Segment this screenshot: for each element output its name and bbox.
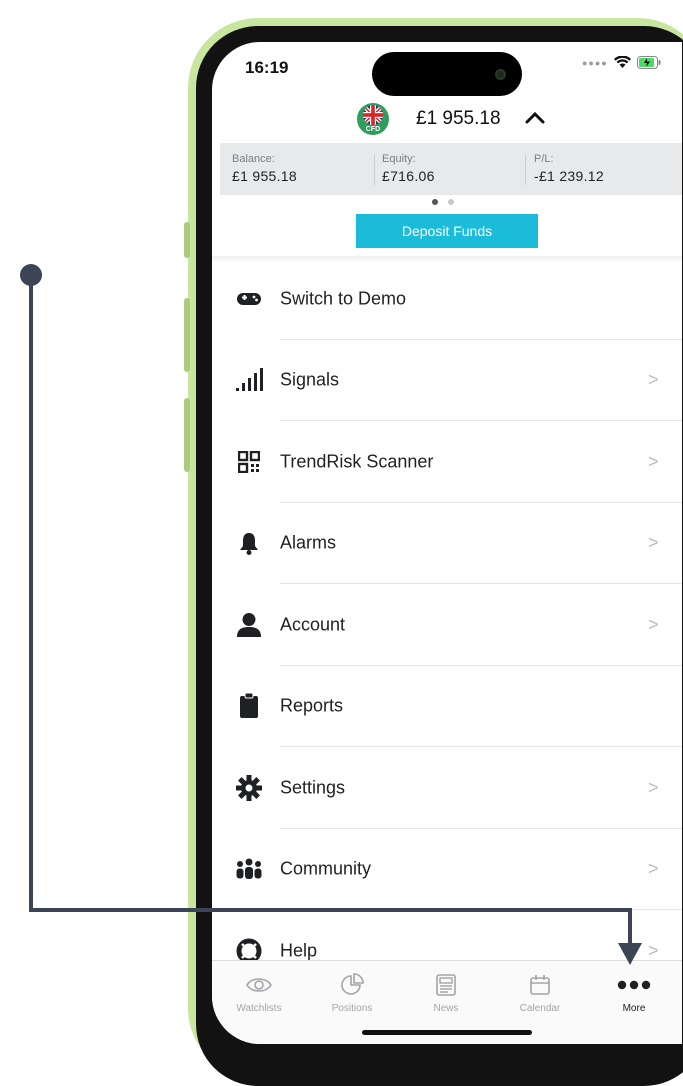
pl-summary: P/L: -£1 239.12: [534, 153, 604, 184]
qr-code-icon: [234, 449, 264, 475]
chevron-right-icon: >: [648, 858, 659, 879]
menu-item-community[interactable]: Community >: [212, 829, 682, 910]
flag-label: CFD: [366, 126, 380, 133]
chevron-right-icon: >: [648, 532, 659, 553]
tab-watchlists[interactable]: Watchlists: [219, 973, 299, 1014]
user-icon: [234, 612, 264, 638]
tab-label: News: [433, 1003, 459, 1014]
account-summary: Balance: £1 955.18 Equity: £716.06 P/L: …: [220, 143, 682, 195]
chevron-right-icon: >: [648, 940, 659, 961]
tab-label: Positions: [331, 1003, 373, 1014]
menu-item-label: Community: [280, 858, 372, 879]
status-icons: ●●●●: [582, 56, 661, 69]
balance-label: Balance:: [232, 153, 275, 165]
tab-news[interactable]: News: [406, 973, 486, 1014]
equity-label: Equity:: [382, 153, 416, 165]
menu-item-signals[interactable]: Signals >: [212, 340, 682, 421]
annotation-arrow-icon: [618, 943, 642, 965]
menu-item-label: Settings: [280, 777, 346, 798]
menu-item-label: Signals: [280, 369, 340, 390]
gamepad-icon: [234, 286, 264, 312]
battery-icon: [636, 56, 661, 69]
chevron-right-icon: >: [648, 614, 659, 635]
wifi-icon: [613, 56, 631, 68]
chevron-right-icon: >: [648, 369, 659, 390]
menu-item-account[interactable]: Account >: [212, 584, 682, 666]
deposit-funds-button[interactable]: Deposit Funds: [356, 214, 538, 248]
tab-label: Watchlists: [236, 1003, 282, 1014]
menu-item-label: TrendRisk Scanner: [280, 451, 434, 472]
equity-value: £716.06: [382, 168, 435, 184]
dynamic-island: [372, 52, 522, 96]
divider: [525, 155, 526, 185]
more-menu: Switch to Demo Signals > TrendRisk Scanner >…: [212, 258, 682, 992]
menu-item-settings[interactable]: Settings >: [212, 747, 682, 829]
page-dot-active[interactable]: [432, 199, 438, 205]
side-button: [184, 298, 190, 372]
menu-item-label: Alarms: [280, 532, 337, 553]
group-icon: [234, 856, 264, 882]
tab-positions[interactable]: Positions: [312, 973, 392, 1014]
balance-value: £1 955.18: [232, 168, 297, 184]
pl-label: P/L:: [534, 153, 554, 165]
gear-icon: [234, 774, 264, 801]
menu-item-label: Reports: [280, 695, 344, 716]
annotation-line: [628, 908, 632, 946]
page-dot[interactable]: [448, 199, 454, 205]
phone-screen: 16:19 ●●●● CFD £1 955.18 Balance: £1 955…: [212, 42, 682, 1044]
calendar-icon: [529, 973, 551, 997]
annotation-line: [29, 908, 632, 912]
pie-chart-icon: [340, 973, 364, 997]
uk-flag-icon: CFD: [357, 103, 389, 135]
tab-more[interactable]: More: [594, 973, 674, 1014]
account-amount[interactable]: £1 955.18: [416, 108, 501, 130]
menu-item-switch-to-demo[interactable]: Switch to Demo: [212, 258, 682, 340]
eye-icon: [246, 973, 272, 997]
menu-item-label: Help: [280, 940, 318, 961]
tab-label: More: [622, 1003, 646, 1014]
menu-item-alarms[interactable]: Alarms >: [212, 503, 682, 584]
chevron-right-icon: >: [648, 777, 659, 798]
menu-item-label: Account: [280, 614, 346, 635]
tab-calendar[interactable]: Calendar: [500, 973, 580, 1014]
tab-label: Calendar: [519, 1003, 561, 1014]
annotation-line: [29, 276, 33, 912]
more-dots-icon: [617, 973, 651, 997]
status-time: 16:19: [245, 58, 289, 77]
home-indicator[interactable]: [362, 1030, 532, 1035]
clipboard-icon: [234, 693, 264, 719]
chevron-right-icon: >: [648, 451, 659, 472]
menu-item-reports[interactable]: Reports: [212, 666, 682, 747]
newspaper-icon: [435, 973, 457, 997]
camera-icon: [495, 69, 506, 80]
side-button: [184, 222, 190, 258]
signal-bars-icon: [234, 367, 264, 393]
balance-summary: Balance: £1 955.18: [232, 153, 297, 184]
cellular-icon: ●●●●: [582, 57, 608, 68]
bell-icon: [234, 530, 264, 556]
side-button: [184, 398, 190, 472]
menu-item-label: Switch to Demo: [280, 288, 407, 309]
divider: [374, 155, 375, 185]
pl-value: -£1 239.12: [534, 168, 604, 184]
chevron-up-icon[interactable]: [524, 108, 546, 126]
equity-summary: Equity: £716.06: [382, 153, 435, 184]
account-selector[interactable]: CFD: [356, 102, 390, 136]
menu-item-trendrisk-scanner[interactable]: TrendRisk Scanner >: [212, 421, 682, 503]
page-indicator[interactable]: [432, 199, 454, 205]
